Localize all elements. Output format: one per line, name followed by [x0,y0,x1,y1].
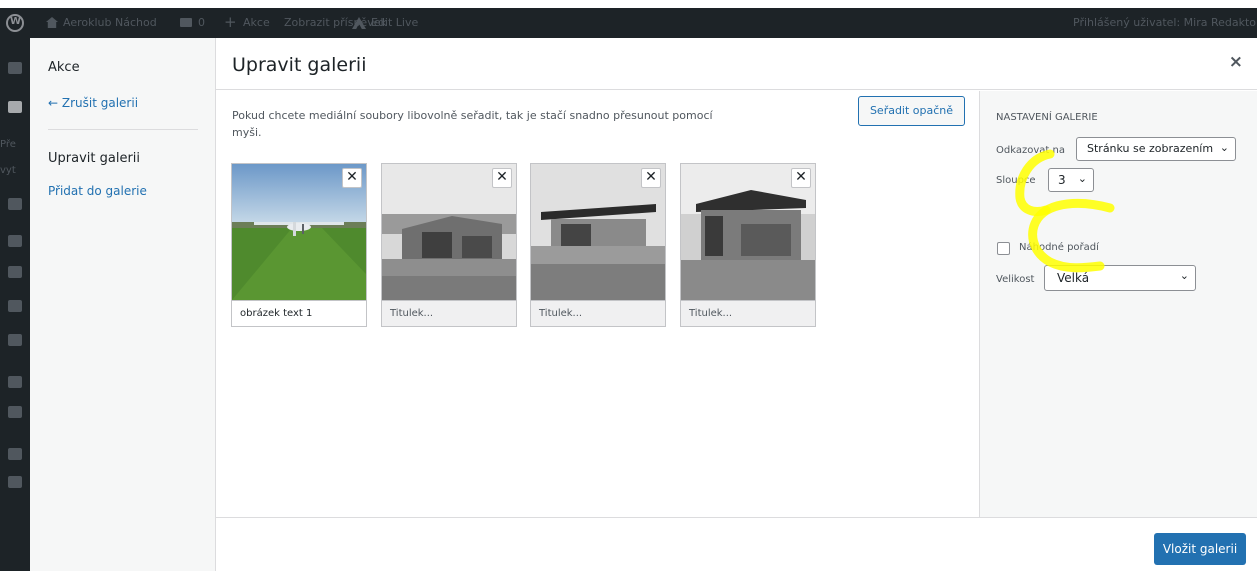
pin-icon[interactable] [8,448,22,460]
modal-toolbar: Vložit galerii [216,517,1257,571]
plus-icon: + [224,13,237,31]
admin-sidebar: Pře vyt [0,38,30,571]
reverse-order-button[interactable]: Seřadit opačně [858,96,965,126]
comment-icon [180,18,192,27]
size-label: Velikost [996,274,1035,285]
link-to-value: Stránku se zobrazením [1087,142,1214,155]
pin-icon[interactable] [8,334,22,346]
edit-live-link[interactable]: Edit Live [371,16,418,29]
random-order-label: Náhodné pořadí [1019,242,1099,253]
pin-icon[interactable] [8,101,22,113]
cancel-gallery-link[interactable]: ← Zrušit galerii [48,96,138,110]
pin-icon[interactable] [8,266,22,278]
sidebar-partial-text: Pře [0,139,16,150]
caption-field[interactable]: Titulek... [382,300,516,326]
caption-field[interactable]: Titulek... [681,300,815,326]
media-menu: Akce ← Zrušit galerii Upravit galerii Př… [30,38,216,571]
gallery-item[interactable]: ✕ Titulek... [530,163,666,327]
menu-item-edit-gallery[interactable]: Upravit galerii [48,151,140,166]
dashboard-icon[interactable] [8,62,22,74]
insert-gallery-button[interactable]: Vložit galerii [1154,533,1246,565]
page-title: Upravit galerii [232,54,367,76]
gallery-item[interactable]: ✕ Titulek... [381,163,517,327]
caption-field[interactable]: obrázek text 1 [232,300,366,326]
comments-count[interactable]: 0 [198,16,205,29]
columns-label: Sloupce [996,175,1036,186]
size-value: Velká [1057,271,1090,285]
caption-field[interactable]: Titulek... [531,300,665,326]
gallery-item[interactable]: ✕ obrázek text 1 [231,163,367,327]
new-link[interactable]: Akce [243,16,270,29]
menu-item-add-to-gallery[interactable]: Přidat do galerie [48,184,147,198]
users-icon[interactable] [8,376,22,388]
random-order-checkbox[interactable] [997,242,1010,255]
columns-value: 3 [1058,173,1066,187]
admin-bar: Aeroklub Náchod 0 + Akce Zobrazit příspě… [0,8,1257,38]
remove-icon[interactable]: ✕ [342,168,362,188]
user-account-link[interactable]: Přihlášený uživatel: Mira Redaktor [1073,16,1257,29]
sidebar-partial-text: vyt [0,165,16,176]
chart-icon[interactable] [8,300,22,312]
gallery-settings: NASTAVENÍ GALERIE Odkazovat na Stránku s… [979,91,1257,517]
menu-separator [48,129,198,130]
collapse-icon[interactable] [8,476,22,488]
media-modal: Akce ← Zrušit galerii Upravit galerii Př… [30,38,1257,571]
comment-icon[interactable] [8,235,22,247]
link-to-select[interactable]: Stránku se zobrazením ⌄ [1076,137,1236,161]
chevron-down-icon: ⌄ [1219,141,1229,154]
menu-title: Akce [48,60,80,75]
gallery-item[interactable]: ✕ Titulek... [680,163,816,327]
site-name-link[interactable]: Aeroklub Náchod [63,16,157,29]
remove-icon[interactable]: ✕ [641,168,661,188]
instructions-text: Pokud chcete mediální soubory libovolně … [232,109,713,139]
media-icon[interactable] [8,198,22,210]
tools-icon[interactable] [8,406,22,418]
settings-heading: NASTAVENÍ GALERIE [996,112,1098,123]
size-select[interactable]: Velká ⌄ [1044,265,1196,291]
frame-title: Upravit galerii × [216,38,1257,90]
wordpress-logo-icon[interactable] [6,14,24,32]
chevron-down-icon: ⌄ [1179,269,1189,282]
remove-icon[interactable]: ✕ [492,168,512,188]
columns-select[interactable]: 3 ⌄ [1048,168,1094,192]
remove-icon[interactable]: ✕ [791,168,811,188]
home-icon [46,17,58,28]
chevron-down-icon: ⌄ [1077,172,1087,185]
link-to-label: Odkazovat na [996,145,1065,156]
close-icon[interactable]: × [1229,52,1243,72]
